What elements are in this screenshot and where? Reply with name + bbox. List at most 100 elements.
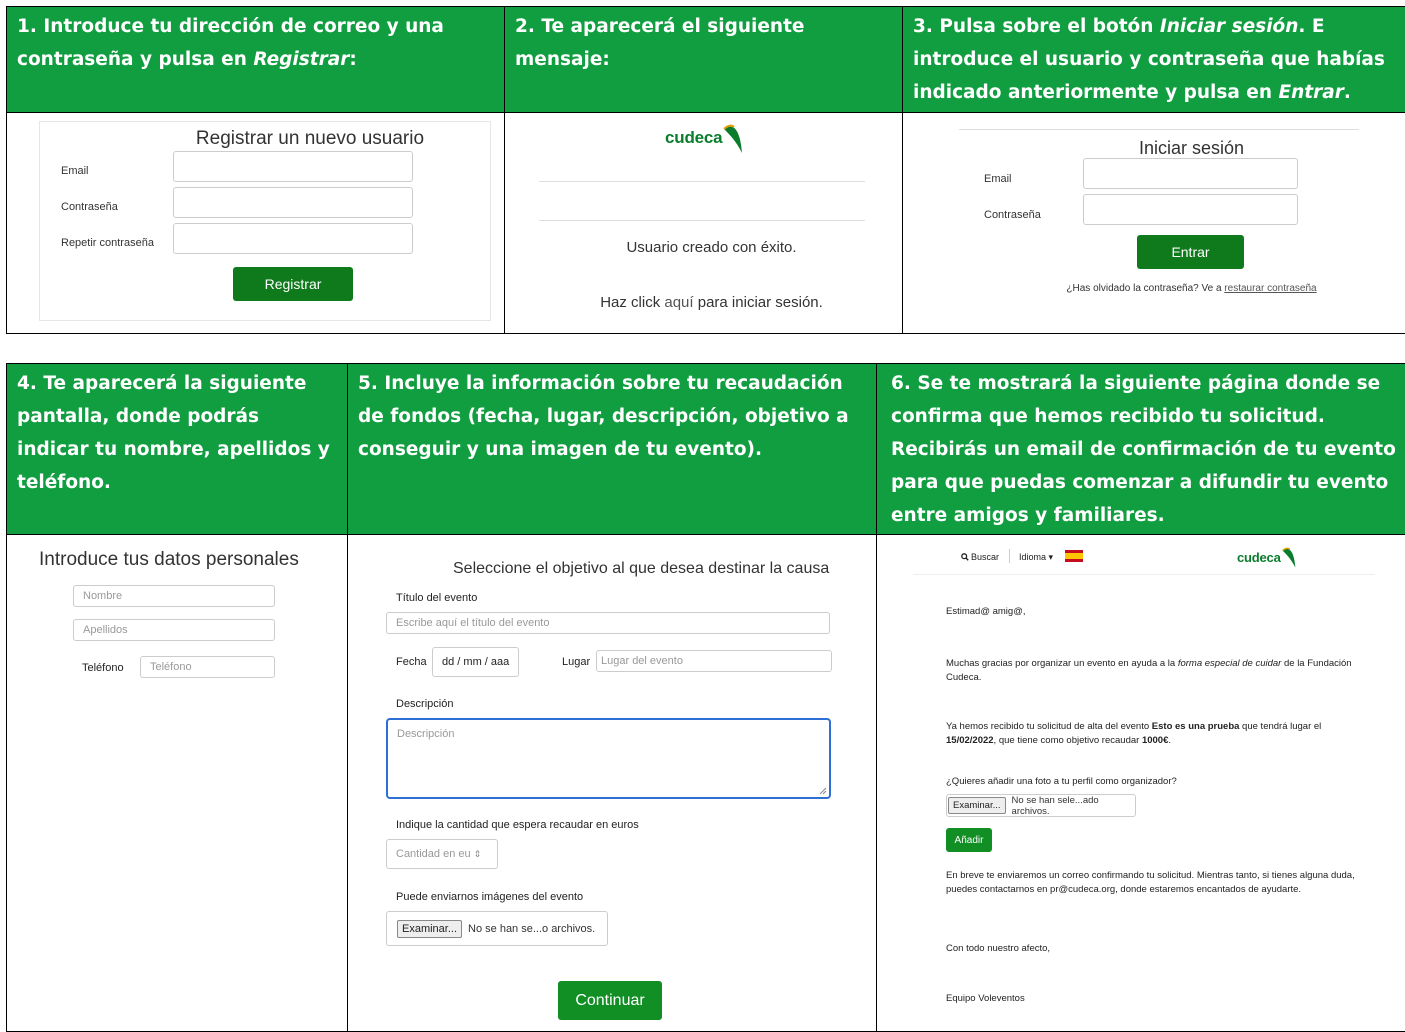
images-label: Puede enviarnos imágenes del evento <box>396 891 584 903</box>
thanks-text: Muchas gracias por organizar un evento e… <box>946 657 1366 685</box>
instructions-table-row1: 1. Introduce tu dirección de correo y un… <box>6 6 1405 334</box>
soon-text: En breve te enviaremos un correo confirm… <box>946 870 1355 895</box>
login-hint-suffix: para iniciar sesión. <box>693 294 823 311</box>
step6-screenshot: Buscar Idioma ▾ cudeca Estimad@ amig@, M… <box>877 535 1405 1031</box>
received-middle2: , que tiene como objetivo recaudar <box>993 735 1142 746</box>
signature-text: Equipo Voleventos <box>946 993 1025 1004</box>
step1-heading-text: 1. Introduce tu dirección de correo y un… <box>17 16 444 70</box>
register-password-label: Contraseña <box>61 201 118 213</box>
closing-text: Con todo nuestro afecto, <box>946 943 1051 954</box>
phone-placeholder: Teléfono <box>150 661 192 673</box>
step3-heading-period: . <box>1343 82 1351 103</box>
register-repeat-label: Repetir contraseña <box>61 237 154 249</box>
step2-screenshot: cudeca Usuario creado con éxito. Haz cli… <box>505 113 902 333</box>
step6-heading: 6. Se te mostrará la siguiente página do… <box>877 364 1405 535</box>
stepper-icon[interactable]: ⇕ <box>474 849 482 860</box>
browse-button[interactable]: Examinar... <box>948 797 1006 814</box>
spain-flag-icon[interactable] <box>1065 550 1083 562</box>
file-status: No se han se...o archivos. <box>468 922 596 935</box>
login-email-input[interactable] <box>1083 158 1298 189</box>
instructions-table-row2: 4. Te aparecerá la siguiente pantalla, d… <box>6 363 1405 1032</box>
caret-down-icon: ▾ <box>1046 552 1054 562</box>
event-title-label: Título del evento <box>396 592 478 604</box>
success-message: Usuario creado con éxito. <box>626 239 797 256</box>
search-link[interactable]: Buscar <box>961 552 999 562</box>
register-password-input[interactable] <box>173 187 413 218</box>
step3-screenshot: Iniciar sesión Email Contraseña Entrar ¿… <box>903 113 1405 333</box>
received-suffix: . <box>1168 735 1172 746</box>
photo-question: ¿Quieres añadir una foto a tu perfil com… <box>946 776 1177 787</box>
step1-heading-emphasis: Registrar <box>253 49 350 70</box>
description-textarea[interactable]: Descripción <box>386 718 831 799</box>
step4-screenshot: Introduce tus datos personales Nombre Ap… <box>7 535 347 1031</box>
phone-label: Teléfono <box>82 662 124 674</box>
received-text: Ya hemos recibido tu solicitud de alta d… <box>946 720 1366 748</box>
event-title-placeholder: Escribe aquí el título del evento <box>396 617 550 629</box>
description-placeholder: Descripción <box>397 728 455 740</box>
login-password-input[interactable] <box>1083 194 1298 225</box>
login-link[interactable]: aquí <box>664 294 693 311</box>
login-submit-button[interactable]: Entrar <box>1137 235 1244 269</box>
date-input[interactable]: dd / mm / aaa <box>432 647 519 677</box>
step4-cell: 4. Te aparecerá la siguiente pantalla, d… <box>7 364 348 1031</box>
forgot-password-text: ¿Has olvidado la contraseña? Ve a <box>1066 283 1225 294</box>
step3-heading-emphasis: Entrar <box>1278 82 1344 103</box>
received-middle: que tendrá lugar el <box>1239 721 1322 732</box>
step5-cell: 5. Incluye la información sobre tu recau… <box>348 364 877 1031</box>
step5-heading: 5. Incluye la información sobre tu recau… <box>348 364 876 535</box>
divider <box>913 574 1375 575</box>
step3-heading-emphasis: Iniciar sesión <box>1159 16 1299 37</box>
browse-button[interactable]: Examinar... <box>397 919 463 938</box>
cudeca-logo: cudeca <box>665 121 744 155</box>
step1-heading-colon: : <box>349 49 357 70</box>
language-label: Idioma <box>1019 552 1047 562</box>
register-title: Registrar un nuevo usuario <box>195 128 425 149</box>
event-goal: 1000€ <box>1141 735 1169 746</box>
amount-input[interactable]: Cantidad en eu ⇕ <box>386 839 498 869</box>
step2-heading: 2. Te aparecerá el siguiente mensaje: <box>505 7 902 113</box>
surname-input[interactable]: Apellidos <box>73 619 275 641</box>
register-email-input[interactable] <box>173 151 413 182</box>
language-selector[interactable]: Idioma ▾ <box>1019 552 1053 563</box>
step2-cell: 2. Te aparecerá el siguiente mensaje: cu… <box>505 7 903 333</box>
register-repeat-input[interactable] <box>173 223 413 254</box>
login-hint: Haz click aquí para iniciar sesión. <box>505 294 902 311</box>
resize-handle-icon[interactable] <box>819 787 827 795</box>
personal-data-title: Introduce tus datos personales <box>39 549 299 570</box>
register-button[interactable]: Registrar <box>233 267 353 301</box>
description-label: Descripción <box>396 698 454 710</box>
cudeca-logo-text: cudeca <box>1237 549 1281 565</box>
event-title-input[interactable]: Escribe aquí el título del evento <box>386 612 830 634</box>
add-photo-button[interactable]: Añadir <box>946 828 992 852</box>
step5-screenshot: Seleccione el objetivo al que desea dest… <box>348 535 876 1031</box>
name-input[interactable]: Nombre <box>73 585 275 607</box>
login-email-label: Email <box>984 173 1012 185</box>
step1-screenshot: Registrar un nuevo usuario Email Contras… <box>7 113 504 333</box>
step3-heading: 3. Pulsa sobre el botón Iniciar sesión. … <box>903 7 1405 113</box>
register-panel: Registrar un nuevo usuario Email Contras… <box>39 121 491 321</box>
received-prefix: Ya hemos recibido tu solicitud de alta d… <box>946 721 1152 732</box>
step1-heading: 1. Introduce tu dirección de correo y un… <box>7 7 504 113</box>
step3-cell: 3. Pulsa sobre el botón Iniciar sesión. … <box>903 7 1405 333</box>
objective-title: Seleccione el objetivo al que desea dest… <box>453 560 830 577</box>
register-email-label: Email <box>61 165 89 177</box>
place-placeholder: Lugar del evento <box>601 655 683 667</box>
images-file-input[interactable]: Examinar... No se han se...o archivos. <box>386 911 608 946</box>
name-placeholder: Nombre <box>83 590 123 602</box>
cudeca-leaf-icon <box>1281 547 1295 568</box>
search-icon <box>961 553 969 561</box>
forgot-password-line: ¿Has olvidado la contraseña? Ve a restau… <box>903 283 1405 294</box>
thanks-emphasis: forma especial de cuidar <box>1177 658 1282 669</box>
phone-input[interactable]: Teléfono <box>140 656 275 678</box>
search-label: Buscar <box>971 552 1000 562</box>
place-label: Lugar <box>562 656 591 668</box>
divider <box>539 181 865 182</box>
step1-cell: 1. Introduce tu dirección de correo y un… <box>7 7 505 333</box>
thanks-prefix: Muchas gracias por organizar un evento e… <box>946 658 1178 669</box>
place-input[interactable]: Lugar del evento <box>596 650 832 672</box>
continue-button[interactable]: Continuar <box>558 981 662 1020</box>
login-title: Iniciar sesión <box>1138 138 1245 158</box>
restore-password-link[interactable]: restaurar contraseña <box>1224 283 1316 294</box>
step6-cell: 6. Se te mostrará la siguiente página do… <box>877 364 1405 1031</box>
photo-file-input[interactable]: Examinar... No se han sele...ado archivo… <box>946 794 1136 817</box>
